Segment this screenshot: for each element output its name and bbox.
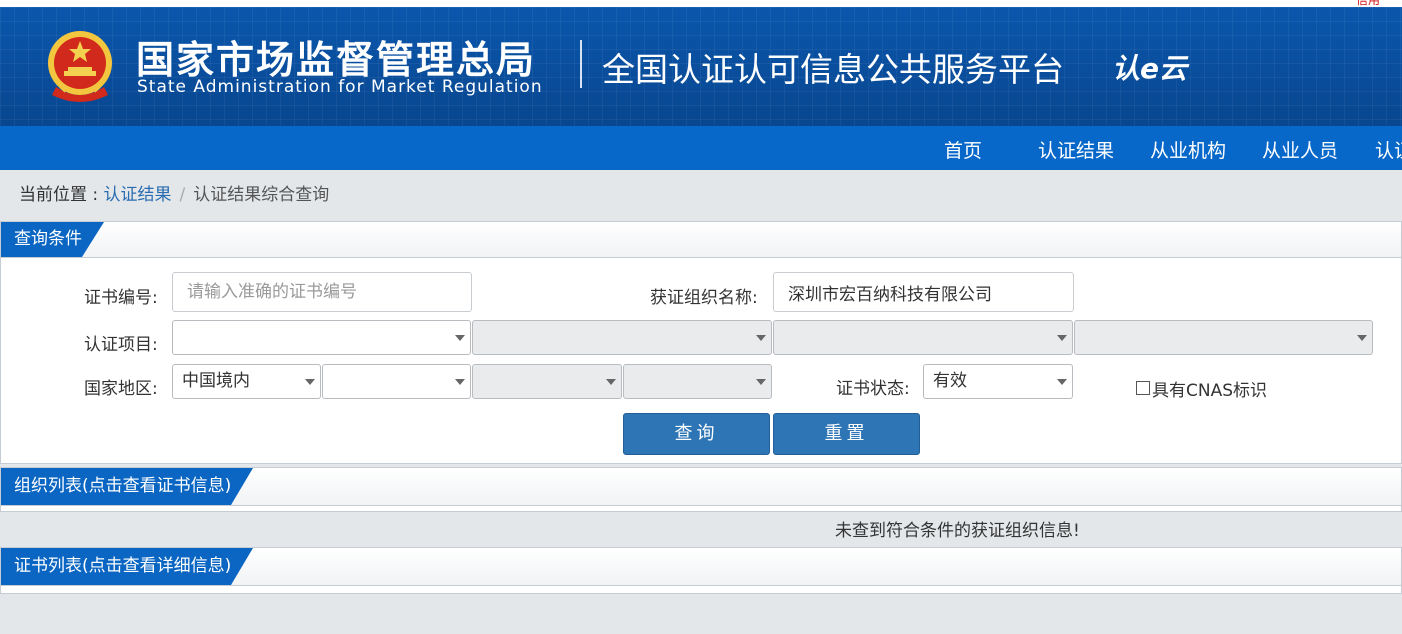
- caret-down-icon: [1057, 379, 1067, 385]
- caret-down-icon: [756, 335, 766, 341]
- platform-title: 全国认证认可信息公共服务平台: [602, 50, 1064, 89]
- region-select-3[interactable]: [472, 364, 622, 399]
- cnas-checkbox[interactable]: [1136, 381, 1150, 395]
- org-name-chinese: 国家市场监督管理总局: [136, 38, 537, 82]
- org-name-english: State Administration for Market Regulati…: [137, 77, 543, 97]
- caret-down-icon: [305, 379, 315, 385]
- caret-down-icon: [756, 379, 766, 385]
- site-header: 国家市场监督管理总局 State Administration for Mark…: [0, 7, 1402, 126]
- cert-no-input[interactable]: [172, 272, 472, 312]
- region-select-2[interactable]: [322, 364, 471, 399]
- region-label: 国家地区:: [84, 379, 158, 399]
- query-panel-header: 查询条件: [1, 222, 1401, 258]
- project-select-2[interactable]: [472, 320, 772, 355]
- project-select-3[interactable]: [773, 320, 1073, 355]
- reset-button[interactable]: 重置: [773, 413, 920, 455]
- nav-item-institutions[interactable]: 从业机构: [1150, 136, 1226, 163]
- nav-item-certification[interactable]: 认证: [1375, 136, 1402, 163]
- caret-down-icon: [606, 379, 616, 385]
- cert-list-title: 证书列表(点击查看详细信息): [1, 548, 254, 585]
- org-list-panel: 组织列表(点击查看证书信息): [0, 467, 1402, 512]
- nav-item-personnel[interactable]: 从业人员: [1262, 136, 1338, 163]
- cert-no-label: 证书编号:: [84, 288, 158, 308]
- caret-down-icon: [455, 379, 465, 385]
- cnas-checkbox-row[interactable]: 具有CNAS标识: [1136, 376, 1267, 401]
- status-label: 证书状态:: [836, 379, 910, 399]
- caret-down-icon: [455, 335, 465, 341]
- project-select-4[interactable]: [1074, 320, 1373, 355]
- nav-item-cert-results[interactable]: 认证结果: [1038, 136, 1114, 163]
- search-button[interactable]: 查询: [623, 413, 770, 455]
- tab-slant-shape: [231, 468, 254, 505]
- caret-down-icon: [1057, 335, 1067, 341]
- cnas-label: 具有CNAS标识: [1152, 381, 1268, 401]
- project-select-1[interactable]: [172, 320, 471, 355]
- header-divider: [580, 40, 582, 88]
- org-list-header: 组织列表(点击查看证书信息): [1, 468, 1401, 506]
- region-select-1[interactable]: 中国境内: [172, 364, 321, 399]
- query-panel-title: 查询条件: [1, 222, 104, 257]
- brand-logo: 认e云: [1112, 52, 1187, 85]
- breadcrumb-separator: /: [179, 185, 186, 205]
- org-name-label: 获证组织名称:: [650, 288, 758, 308]
- cert-list-header: 证书列表(点击查看详细信息): [1, 548, 1401, 586]
- tab-slant-shape: [82, 222, 104, 257]
- org-list-title: 组织列表(点击查看证书信息): [1, 468, 254, 505]
- caret-down-icon: [1357, 335, 1367, 341]
- region-select-4[interactable]: [623, 364, 772, 399]
- top-strip: [0, 0, 1402, 7]
- org-name-input[interactable]: [773, 272, 1074, 312]
- breadcrumb-prefix: 当前位置 :: [19, 185, 104, 205]
- breadcrumb: 当前位置 : 认证结果 / 认证结果综合查询: [19, 180, 329, 205]
- breadcrumb-current: 认证结果综合查询: [193, 185, 330, 205]
- nav-item-home[interactable]: 首页: [944, 136, 982, 163]
- project-label: 认证项目:: [84, 335, 158, 355]
- cert-list-panel: 证书列表(点击查看详细信息): [0, 547, 1402, 594]
- query-panel: 查询条件 证书编号: 获证组织名称: 认证项目: 国家地区: 中国境内 证书状态…: [0, 221, 1402, 464]
- tab-slant-shape: [231, 548, 254, 585]
- main-nav: 首页 认证结果 从业机构 从业人员 认证: [0, 126, 1402, 170]
- org-empty-message: 未查到符合条件的获证组织信息!: [835, 521, 1080, 541]
- national-emblem-icon: [48, 31, 112, 102]
- status-select[interactable]: 有效: [923, 364, 1073, 399]
- breadcrumb-link-cert-results[interactable]: 认证结果: [104, 185, 172, 205]
